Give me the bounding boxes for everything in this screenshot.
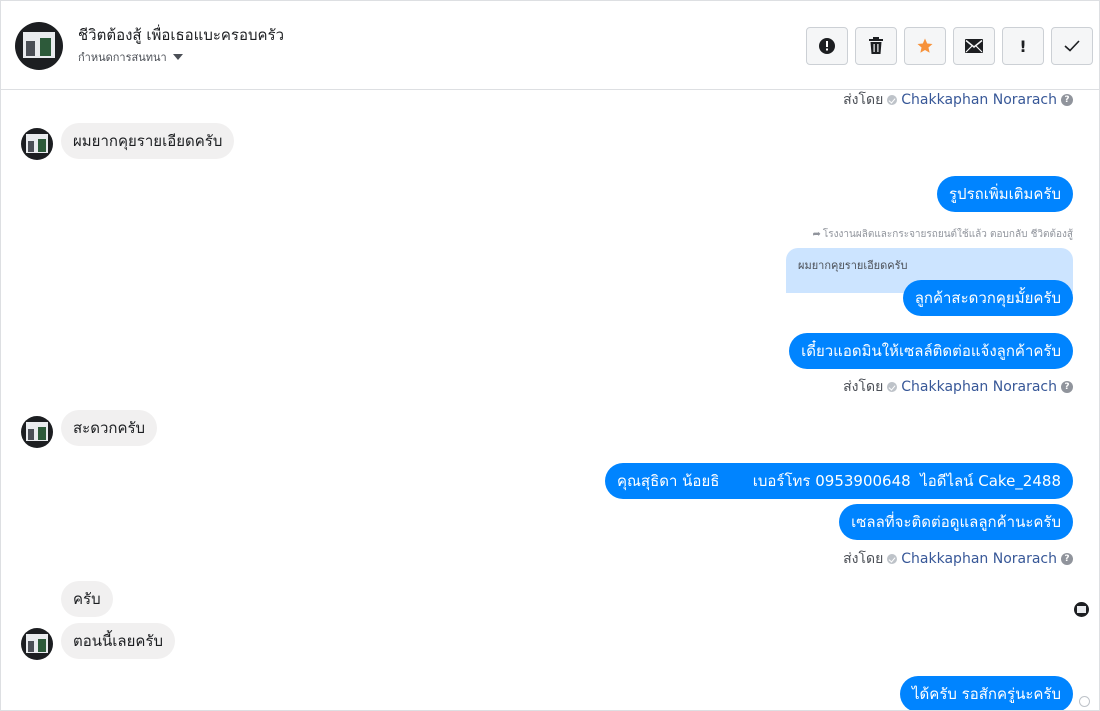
conversation-status-dropdown[interactable]: กำหนดการสนทนา [78, 48, 183, 66]
avatar[interactable] [21, 628, 53, 660]
mail-button[interactable] [953, 27, 995, 65]
message-incoming[interactable]: สะดวกครับ [61, 410, 158, 446]
help-icon[interactable]: ? [1061, 553, 1073, 565]
conversation-title: ชีวิตต้องสู้ เพื่อเธอแบะครอบครัว [78, 26, 285, 44]
alert-circle-icon [819, 38, 835, 54]
message-outgoing[interactable]: ลูกค้าสะดวกคุยมั้ยครับ [902, 280, 1073, 316]
checkmark-icon [1064, 40, 1080, 52]
message-outgoing[interactable]: เดี๋ยวแอดมินให้เซลล์ติดต่อแจ้งลูกค้าครับ [789, 333, 1073, 369]
caret-down-icon [172, 54, 183, 60]
sent-by-info: ส่งโดย Chakkaphan Norarach ? [843, 548, 1073, 570]
message-incoming[interactable]: ตอนนี้เลยครับ [61, 623, 175, 659]
message-outgoing[interactable]: คุณสุธิดา น้อยธิ เบอร์โทร 0953900648 ไอด… [604, 463, 1073, 499]
sent-by-label: ส่งโดย [843, 551, 884, 567]
conversation-window: ชีวิตต้องสู้ เพื่อเธอแบะครอบครัว กำหนดกา… [0, 0, 1100, 711]
conversation-status-label: กำหนดการสนทนา [78, 51, 167, 64]
spam-button[interactable]: ! [1002, 27, 1044, 65]
avatar[interactable] [21, 128, 53, 160]
sent-status-icon [1079, 696, 1090, 707]
sent-by-label: ส่งโดย [843, 92, 884, 108]
reply-arrow-icon: ➦ [812, 229, 821, 240]
done-button[interactable] [1051, 27, 1093, 65]
avatar[interactable] [21, 416, 53, 448]
delete-button[interactable] [855, 27, 897, 65]
exclamation-icon: ! [1019, 36, 1027, 56]
seen-avatar [1074, 602, 1089, 617]
sender-name[interactable]: Chakkaphan Norarach [901, 92, 1057, 108]
toolbar: ! [806, 27, 1093, 65]
sender-name[interactable]: Chakkaphan Norarach [901, 379, 1057, 395]
verified-icon [887, 95, 898, 105]
avatar[interactable] [15, 22, 63, 70]
message-outgoing[interactable]: ได้ครับ รอสักครู่นะครับ [900, 676, 1073, 710]
help-icon[interactable]: ? [1061, 94, 1073, 106]
sent-by-info: ส่งโดย Chakkaphan Norarach ? [843, 89, 1073, 111]
message-outgoing[interactable]: เซลลที่จะติดต่อดูแลลูกค้านะครับ [839, 504, 1073, 540]
message-outgoing[interactable]: รูปรถเพิ่มเติมครับ [937, 176, 1073, 212]
trash-icon [869, 37, 883, 54]
message-thread[interactable]: ส่งโดย Chakkaphan Norarach ? ผมยากคุยราย… [1, 89, 1099, 710]
star-icon [917, 38, 933, 53]
report-button[interactable] [806, 27, 848, 65]
reply-meta: ➦ โรงงานผลิตและกระจายรถยนต์ใช้แล้ว ตอบกล… [813, 227, 1074, 242]
sent-by-label: ส่งโดย [843, 379, 884, 395]
star-button[interactable] [904, 27, 946, 65]
conversation-header: ชีวิตต้องสู้ เพื่อเธอแบะครอบครัว กำหนดกา… [1, 1, 1099, 90]
help-icon[interactable]: ? [1061, 381, 1073, 393]
reply-meta-text: โรงงานผลิตและกระจายรถยนต์ใช้แล้ว ตอบกลับ… [822, 229, 1073, 240]
message-incoming[interactable]: ครับ [61, 581, 113, 617]
envelope-icon [965, 39, 983, 53]
verified-icon [887, 382, 898, 392]
message-incoming[interactable]: ผมยากคุยรายเอียดครับ [61, 123, 235, 159]
sent-by-info: ส่งโดย Chakkaphan Norarach ? [843, 376, 1073, 398]
sender-name[interactable]: Chakkaphan Norarach [901, 551, 1057, 567]
verified-icon [887, 554, 898, 564]
